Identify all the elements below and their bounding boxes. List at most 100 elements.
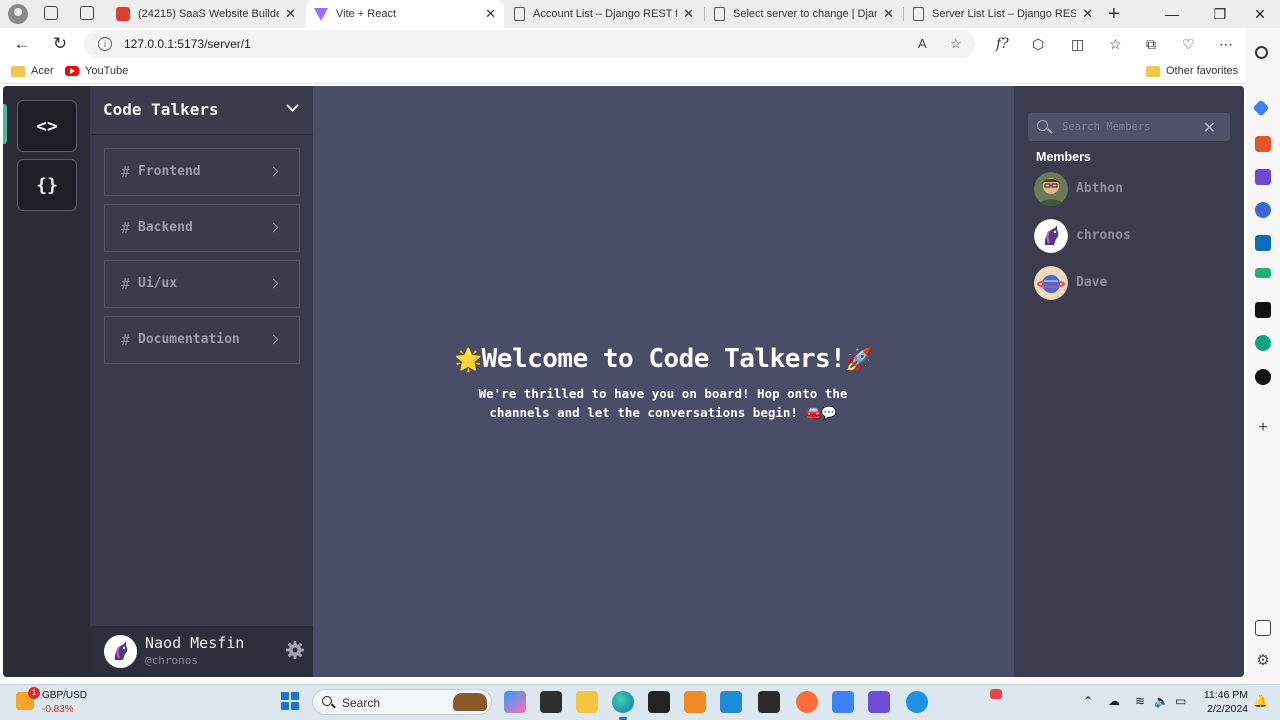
browser-tab[interactable]: Account List – Django REST fram ✕	[506, 0, 702, 28]
sticky-notes-icon[interactable]	[648, 691, 670, 713]
channel-uiux[interactable]: # Ui/ux	[104, 260, 300, 308]
close-tab-icon[interactable]: ✕	[485, 6, 496, 22]
more-menu-icon[interactable]: ⋯	[1219, 36, 1233, 53]
settings-icon[interactable]: ⚙	[1255, 653, 1271, 669]
browser-essentials-icon[interactable]: ♡	[1182, 36, 1195, 53]
member-item[interactable]: Abthon	[1034, 172, 1234, 206]
favorite-acer[interactable]: Acer	[11, 65, 54, 77]
add-sidebar-icon[interactable]: +	[1255, 420, 1271, 436]
formula-icon[interactable]: f?	[996, 36, 1009, 52]
task-view-icon[interactable]	[540, 691, 562, 713]
app-icon[interactable]	[1255, 302, 1271, 318]
member-search[interactable]: ✕	[1028, 113, 1230, 141]
close-window-icon[interactable]: ✕	[1240, 0, 1280, 28]
member-name: Abthon	[1076, 181, 1123, 196]
toolbox-icon[interactable]	[1255, 136, 1271, 152]
battery-icon[interactable]: ▭	[1175, 694, 1186, 708]
wifi-icon[interactable]: ≋	[1135, 694, 1145, 708]
taskbar-search[interactable]: Search	[312, 689, 492, 715]
chevron-right-icon	[268, 278, 279, 289]
member-search-input[interactable]	[1062, 119, 1192, 135]
collections-icon[interactable]: ⧉	[1146, 36, 1156, 53]
close-tab-icon[interactable]: ✕	[285, 6, 296, 22]
edge-app-icon[interactable]	[612, 691, 634, 720]
browser-tab[interactable]: Select server to change | Django ✕	[706, 0, 902, 28]
favorites-icon[interactable]: ☆	[1109, 36, 1122, 53]
avatar	[1034, 266, 1068, 300]
url-field[interactable]: i 127.0.0.1:5173/server/1 A ☆	[84, 30, 976, 58]
terminal-icon[interactable]	[758, 691, 780, 713]
back-icon[interactable]: ←	[10, 32, 34, 56]
hash-icon: #	[121, 331, 131, 349]
avatar[interactable]	[104, 635, 137, 668]
vite-favicon-icon	[314, 7, 328, 21]
clear-search-icon[interactable]: ✕	[1203, 118, 1216, 138]
file-explorer-icon[interactable]	[576, 691, 598, 713]
app-launcher-icon[interactable]	[868, 691, 890, 713]
onedrive-icon[interactable]: ☁	[1108, 694, 1120, 708]
favorite-youtube[interactable]: YouTube	[65, 65, 128, 77]
members-panel: ✕ Members Abthon	[1014, 86, 1244, 677]
weather-ticker-widget[interactable]: 1 GBP/USD -0.83%	[16, 687, 126, 718]
outlook-icon[interactable]	[1255, 235, 1271, 251]
gear-icon[interactable]	[285, 640, 305, 660]
tag-icon[interactable]	[1252, 99, 1270, 117]
vscode-icon[interactable]	[720, 691, 742, 713]
ticker-change: -0.83%	[42, 704, 74, 715]
server-header[interactable]: Code Talkers	[90, 86, 313, 135]
channel-documentation[interactable]: # Documentation	[104, 316, 300, 364]
workspaces-icon[interactable]	[44, 6, 58, 20]
notifications-icon[interactable]: 🔔	[1253, 694, 1268, 708]
close-tab-icon[interactable]: ✕	[1082, 6, 1093, 22]
browser-tab-active[interactable]: Vite + React ✕	[306, 0, 504, 28]
volume-icon[interactable]: 🔈	[1154, 694, 1169, 708]
chevron-down-icon[interactable]	[286, 99, 299, 112]
tab-title: Select server to change | Django	[733, 8, 878, 20]
clock[interactable]: 11:46 PM 2/2/2024	[1198, 688, 1248, 716]
browser-sidebar: + ⚙	[1246, 28, 1280, 684]
profile-icon[interactable]	[8, 4, 28, 24]
postman-icon[interactable]	[796, 691, 818, 713]
windows-start-icon[interactable]	[281, 692, 299, 710]
server-button-code[interactable]: <>	[17, 100, 77, 152]
favorite-star-icon[interactable]: ☆	[950, 36, 962, 52]
chatgpt-icon[interactable]	[1255, 335, 1271, 351]
docker-icon[interactable]	[906, 691, 928, 713]
panel-toggle-icon[interactable]	[1255, 620, 1271, 636]
refresh-icon[interactable]: ↻	[48, 32, 72, 56]
channel-frontend[interactable]: # Frontend	[104, 148, 300, 196]
member-item[interactable]: chronos	[1034, 219, 1234, 253]
sublime-text-icon[interactable]	[684, 691, 706, 713]
tab-actions-icon[interactable]	[80, 6, 94, 20]
games-icon[interactable]	[1255, 169, 1271, 185]
chevron-right-icon	[268, 334, 279, 345]
tab-separator	[704, 7, 705, 21]
microsoft-365-icon[interactable]	[1255, 202, 1271, 218]
drop-icon[interactable]	[1255, 268, 1271, 278]
user-panel: Naod Mesfin @chronos	[90, 626, 313, 677]
user-display-name: Naod Mesfin	[145, 634, 245, 652]
channel-backend[interactable]: # Backend	[104, 204, 300, 252]
notification-app-icon[interactable]	[990, 689, 1002, 699]
show-hidden-icons-icon[interactable]: ⌃	[1083, 694, 1093, 708]
copilot-app-icon[interactable]	[504, 691, 526, 713]
notion-icon[interactable]	[1255, 369, 1271, 385]
browser-tab[interactable]: (24215) SaaS Website Builder, Pr ✕	[108, 0, 304, 28]
url-text[interactable]: 127.0.0.1:5173/server/1	[124, 37, 251, 51]
new-tab-icon[interactable]: +	[1108, 3, 1120, 26]
read-aloud-icon[interactable]: A	[918, 36, 927, 51]
restore-icon[interactable]: ❐	[1200, 0, 1240, 28]
browser-tab[interactable]: Server List List – Django REST fra ✕	[905, 0, 1101, 28]
minimize-icon[interactable]: —	[1152, 0, 1192, 28]
member-item[interactable]: Dave	[1034, 266, 1234, 300]
todo-icon[interactable]	[832, 691, 854, 713]
tab-title: Server List List – Django REST fra	[932, 8, 1077, 20]
close-tab-icon[interactable]: ✕	[883, 6, 894, 22]
split-screen-icon[interactable]: ◫	[1071, 36, 1084, 53]
other-favorites[interactable]: Other favorites	[1146, 65, 1238, 77]
extensions-icon[interactable]: ⬡	[1032, 36, 1044, 53]
search-sidebar-icon[interactable]	[1255, 46, 1268, 59]
site-info-icon[interactable]: i	[98, 37, 112, 51]
close-tab-icon[interactable]: ✕	[683, 6, 694, 22]
server-button-braces[interactable]: {}	[17, 159, 77, 211]
